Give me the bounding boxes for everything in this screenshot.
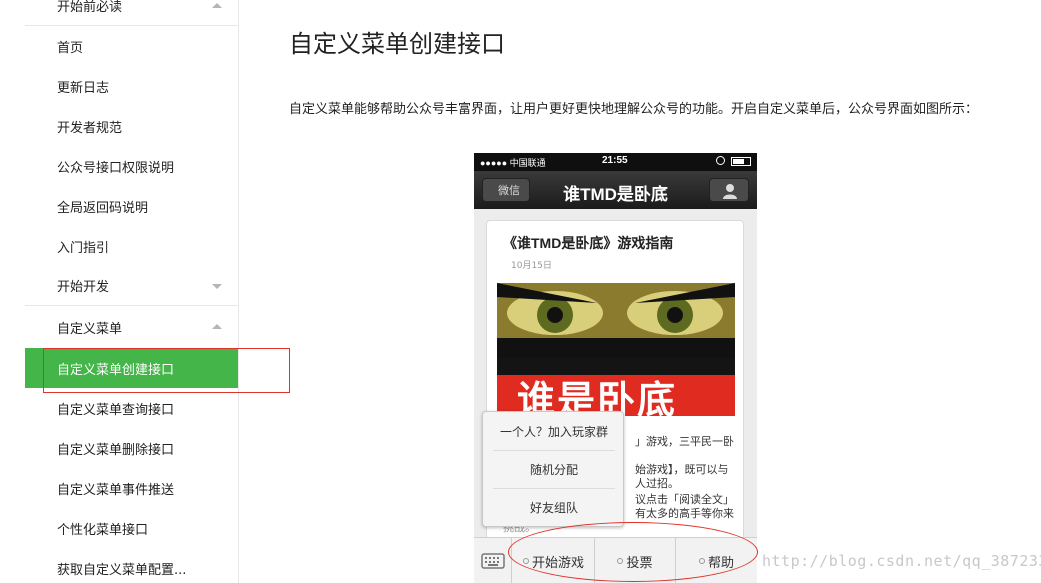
article-date: 10月15日 xyxy=(511,261,552,271)
article-title: 《谁TMD是卧底》游戏指南 xyxy=(503,235,674,251)
article-text-line: 人过招。 xyxy=(635,477,679,490)
article-text-line: 」游戏，三平民一卧 xyxy=(635,435,734,448)
sidebar-item-label: 自定义菜单 xyxy=(57,321,123,337)
sidebar-item-label: 开始开发 xyxy=(57,280,110,295)
custom-menu-bar: 开始游戏 投票 帮助 xyxy=(474,537,757,583)
sidebar-item-label: 开始前必读 xyxy=(57,0,123,15)
submenu-indicator-icon xyxy=(522,558,529,564)
menu-label: 帮助 xyxy=(707,555,734,571)
banner-text: 谁是卧底 xyxy=(517,380,678,416)
sidebar-item-label: 自定义菜单事件推送 xyxy=(57,482,175,498)
sidebar-item-api-permissions[interactable]: 公众号接口权限说明 xyxy=(25,146,238,186)
chevron-down-icon xyxy=(212,283,222,289)
profile-button[interactable] xyxy=(709,178,749,202)
submenu-item-join-group[interactable]: 一个人？加入玩家群 xyxy=(483,412,625,450)
article-banner-image: 谁是卧底 xyxy=(497,283,735,416)
sidebar-item-label: 开发者规范 xyxy=(57,120,123,136)
menu-help-button[interactable]: 帮助 xyxy=(676,538,757,583)
menu-vote-button[interactable]: 投票 xyxy=(595,538,676,583)
sidebar-item-personalized-menu[interactable]: 个性化菜单接口 xyxy=(25,508,238,548)
sidebar-item-menu-event-push[interactable]: 自定义菜单事件推送 xyxy=(25,468,238,508)
sidebar-item-label: 首页 xyxy=(57,40,84,56)
submenu-indicator-icon xyxy=(617,558,624,564)
sidebar-item-get-menu-config[interactable]: 获取自定义菜单配置... xyxy=(25,548,238,583)
sidebar-group-custom-menu[interactable]: 自定义菜单 xyxy=(25,307,238,347)
sidebar-item-dev-guidelines[interactable]: 开发者规范 xyxy=(25,106,238,146)
sidebar-item-menu-delete[interactable]: 自定义菜单删除接口 xyxy=(25,428,238,468)
user-icon xyxy=(723,184,737,199)
page-title: 自定义菜单创建接口 xyxy=(289,30,505,58)
keyboard-toggle-button[interactable] xyxy=(474,538,512,583)
submenu-popup: 一个人？加入玩家群 随机分配 好友组队 xyxy=(482,411,624,527)
sidebar-item-menu-query[interactable]: 自定义菜单查询接口 xyxy=(25,388,238,428)
sidebar-item-label: 自定义菜单创建接口 xyxy=(57,362,175,378)
sidebar-item-label: 公众号接口权限说明 xyxy=(57,160,175,176)
sidebar-group-start-reading[interactable]: 开始前必读 xyxy=(25,0,238,26)
phone-status-bar: ●●●●● 中国联通 21:55 xyxy=(474,153,757,171)
keyboard-icon xyxy=(480,553,505,569)
chevron-up-icon xyxy=(212,2,222,8)
menu-label: 投票 xyxy=(626,555,653,571)
status-time: 21:55 xyxy=(602,155,628,166)
submenu-indicator-icon xyxy=(698,558,705,564)
sidebar-item-label: 自定义菜单删除接口 xyxy=(57,442,175,458)
sidebar-item-label: 更新日志 xyxy=(57,80,110,96)
carrier-signal: ●●●●● 中国联通 xyxy=(480,158,546,168)
phone-screenshot: ●●●●● 中国联通 21:55 微信 谁TMD是卧底 《谁TMD是卧底》游戏指… xyxy=(474,153,757,583)
sidebar-item-menu-create[interactable]: 自定义菜单创建接口 xyxy=(25,348,238,388)
sidebar-item-label: 自定义菜单查询接口 xyxy=(57,402,175,418)
phone-nav-bar: 微信 谁TMD是卧底 xyxy=(474,171,757,209)
watermark: http://blog.csdn.net/qq_38723394 xyxy=(762,552,1041,570)
intro-paragraph: 自定义菜单能够帮助公众号丰富界面，让用户更好更快地理解公众号的功能。开启自定义菜… xyxy=(289,102,979,117)
chevron-up-icon xyxy=(212,324,222,329)
sidebar-group-start-dev[interactable]: 开始开发 xyxy=(25,266,238,306)
sidebar-item-label: 获取自定义菜单配置... xyxy=(57,562,187,578)
submenu-item-random[interactable]: 随机分配 xyxy=(483,450,625,488)
sidebar-item-home[interactable]: 首页 xyxy=(25,26,238,66)
sidebar-item-label: 入门指引 xyxy=(57,240,110,256)
sidebar-item-getting-started[interactable]: 入门指引 xyxy=(25,226,238,266)
submenu-item-team[interactable]: 好友组队 xyxy=(483,488,625,526)
sidebar-item-label: 全局返回码说明 xyxy=(57,200,149,216)
menu-start-game-button[interactable]: 开始游戏 xyxy=(513,538,595,583)
menu-label: 开始游戏 xyxy=(531,555,584,571)
doc-sidebar: 开始前必读 首页 更新日志 开发者规范 公众号接口权限说明 全局返回码说明 入门… xyxy=(25,0,239,583)
orientation-lock-icon xyxy=(716,156,725,165)
sidebar-item-return-codes[interactable]: 全局返回码说明 xyxy=(25,186,238,226)
sidebar-item-changelog[interactable]: 更新日志 xyxy=(25,66,238,106)
battery-icon xyxy=(731,157,751,166)
article-text-line: 有太多的高手等你来 xyxy=(635,507,734,520)
sidebar-item-label: 个性化菜单接口 xyxy=(57,522,149,538)
